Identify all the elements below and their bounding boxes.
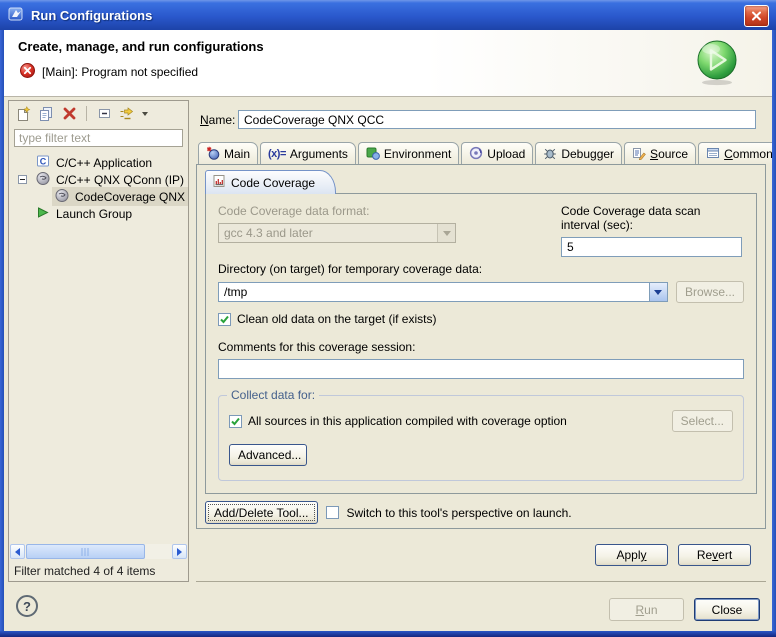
switch-perspective-checkbox[interactable] bbox=[326, 506, 339, 519]
browse-button[interactable]: Browse... bbox=[676, 281, 744, 303]
comments-label: Comments for this coverage session: bbox=[218, 340, 744, 354]
launch-group-icon bbox=[35, 204, 51, 222]
window-title: Run Configurations bbox=[31, 8, 152, 23]
qnx-qconn-icon bbox=[35, 170, 51, 189]
window-border-left bbox=[0, 0, 4, 637]
combo-arrow-icon[interactable] bbox=[649, 283, 667, 301]
run-banner-icon bbox=[694, 38, 740, 89]
upload-tab-icon bbox=[469, 146, 483, 163]
tab-environment[interactable]: Environment bbox=[358, 142, 459, 165]
common-tab-icon bbox=[706, 146, 720, 163]
tree-toolbar bbox=[9, 101, 188, 126]
directory-label: Directory (on target) for temporary cove… bbox=[218, 262, 744, 276]
source-tab-icon bbox=[632, 146, 646, 163]
scroll-right-icon[interactable] bbox=[172, 544, 187, 559]
svg-text:C: C bbox=[40, 157, 47, 167]
scan-interval-label: Code Coverage data scan interval (sec): bbox=[561, 204, 742, 232]
run-configurations-dialog: Run Configurations Create, manage, and r… bbox=[0, 0, 776, 637]
tab-main[interactable]: Main bbox=[198, 142, 258, 165]
tab-common[interactable]: Common bbox=[698, 142, 776, 165]
collect-data-group: Collect data for: All sources in this ap… bbox=[218, 395, 744, 481]
add-delete-tool-button[interactable]: Add/Delete Tool... bbox=[205, 501, 318, 524]
code-coverage-tab-label: Code Coverage bbox=[231, 176, 315, 190]
scroll-left-icon[interactable] bbox=[10, 544, 25, 559]
delete-configuration-icon[interactable] bbox=[60, 105, 78, 123]
filter-icon[interactable] bbox=[118, 105, 136, 123]
tab-code-coverage[interactable]: Code Coverage bbox=[205, 170, 336, 194]
header-banner: Create, manage, and run configurations [… bbox=[4, 30, 772, 97]
filter-status: Filter matched 4 of 4 items bbox=[14, 564, 155, 578]
close-icon[interactable] bbox=[744, 5, 769, 27]
dialog-footer: ? Run Close bbox=[4, 585, 772, 631]
environment-tab-icon bbox=[366, 146, 380, 163]
name-input[interactable] bbox=[238, 110, 756, 129]
clean-old-data-label: Clean old data on the target (if exists) bbox=[237, 312, 436, 326]
run-button[interactable]: Run bbox=[609, 598, 684, 621]
tree-item-launch-group[interactable]: Launch Group bbox=[9, 205, 188, 222]
revert-button[interactable]: Revert bbox=[678, 544, 751, 566]
collapse-expander-icon[interactable] bbox=[18, 175, 27, 184]
collect-data-group-label: Collect data for: bbox=[227, 388, 319, 402]
format-combo: gcc 4.3 and later bbox=[218, 223, 456, 243]
configurations-tree: C C/C++ Application C/C++ QNX QConn (IP) bbox=[9, 154, 188, 222]
error-icon bbox=[20, 63, 35, 81]
apply-button[interactable]: Apply bbox=[595, 544, 668, 566]
help-icon[interactable]: ? bbox=[16, 595, 38, 617]
main-tab-icon bbox=[206, 146, 220, 163]
tab-bar: Main (x)= Arguments Environment bbox=[198, 139, 766, 165]
tab-upload[interactable]: Upload bbox=[461, 142, 533, 165]
qnx-qconn-icon bbox=[54, 187, 70, 206]
collapse-all-icon[interactable] bbox=[95, 105, 113, 123]
error-message-row: [Main]: Program not specified bbox=[20, 63, 198, 81]
switch-perspective-label: Switch to this tool's perspective on lau… bbox=[347, 506, 572, 520]
page-title: Create, manage, and run configurations bbox=[18, 39, 264, 54]
titlebar[interactable]: Run Configurations bbox=[0, 0, 776, 30]
tree-horizontal-scrollbar[interactable] bbox=[10, 544, 187, 559]
new-configuration-icon[interactable] bbox=[14, 105, 32, 123]
filter-menu-caret-icon[interactable] bbox=[142, 112, 148, 116]
tab-debugger[interactable]: Debugger bbox=[535, 142, 622, 165]
debugger-tab-icon bbox=[543, 146, 557, 163]
scan-interval-input[interactable] bbox=[561, 237, 742, 257]
tab-source[interactable]: Source bbox=[624, 142, 696, 165]
tree-item-qconn[interactable]: C/C++ QNX QConn (IP) bbox=[9, 171, 188, 188]
scrollbar-thumb[interactable] bbox=[26, 544, 145, 559]
app-icon bbox=[8, 6, 24, 25]
code-coverage-tab-icon bbox=[212, 174, 226, 191]
all-sources-checkbox[interactable] bbox=[229, 415, 242, 428]
filter-input[interactable] bbox=[14, 129, 183, 147]
code-coverage-panel: Code Coverage data format: gcc 4.3 and l… bbox=[205, 193, 757, 494]
configurations-panel: C C/C++ Application C/C++ QNX QConn (IP) bbox=[8, 100, 189, 582]
toolbar-separator bbox=[86, 106, 87, 121]
duplicate-configuration-icon[interactable] bbox=[37, 105, 55, 123]
all-sources-label: All sources in this application compiled… bbox=[248, 414, 567, 428]
clean-old-data-checkbox[interactable] bbox=[218, 313, 231, 326]
window-border-bottom bbox=[0, 631, 776, 637]
advanced-button[interactable]: Advanced... bbox=[229, 444, 307, 466]
select-button[interactable]: Select... bbox=[672, 410, 733, 432]
configuration-editor: Name: Main (x)= Arguments bbox=[196, 100, 766, 582]
tools-tab-panel: Code Coverage Code Coverage data format:… bbox=[196, 164, 766, 529]
tree-item-capp[interactable]: C C/C++ Application bbox=[9, 154, 188, 171]
directory-combo[interactable]: /tmp bbox=[218, 282, 668, 302]
combo-arrow-icon bbox=[437, 224, 455, 242]
format-label: Code Coverage data format: bbox=[218, 204, 456, 218]
tab-arguments[interactable]: (x)= Arguments bbox=[260, 142, 356, 165]
error-text: [Main]: Program not specified bbox=[42, 65, 198, 79]
name-label: Name: bbox=[200, 113, 235, 127]
tree-item-codecoverage[interactable]: CodeCoverage QNX QCC bbox=[9, 188, 188, 205]
window-border-right bbox=[772, 0, 776, 637]
arguments-tab-icon: (x)= bbox=[268, 148, 286, 160]
comments-input[interactable] bbox=[218, 359, 744, 379]
close-button[interactable]: Close bbox=[694, 598, 760, 621]
